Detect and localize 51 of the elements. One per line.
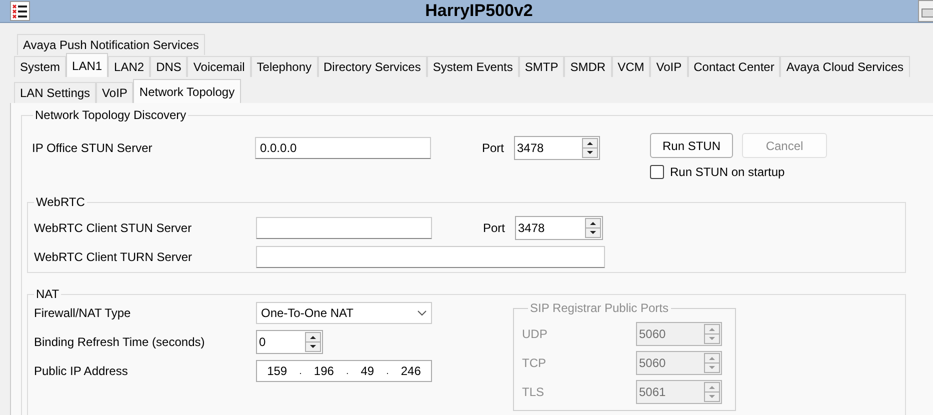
spin-field[interactable]: 3478 [515, 216, 603, 240]
field-label: WebRTC Client TURN Server [34, 250, 194, 264]
tab[interactable]: DNS [150, 56, 188, 77]
input-field[interactable] [256, 216, 432, 238]
tab[interactable]: LAN1 [66, 53, 108, 77]
tab[interactable]: Avaya Push Notification Services [17, 34, 205, 55]
field-label: WebRTC Client STUN Server [34, 220, 193, 234]
spin-field[interactable]: 3478 [514, 136, 600, 160]
field-label: Binding Refresh Time (seconds) [34, 334, 206, 348]
action-button[interactable]: Run STUN [650, 133, 733, 158]
field-label: IP Office STUN Server [32, 141, 154, 155]
field-label: UDP [522, 326, 548, 340]
tab[interactable]: Directory Services [318, 56, 427, 77]
spin-arrows-icon[interactable] [582, 138, 598, 158]
field-label: TLS [522, 384, 546, 398]
spin-arrows-icon[interactable] [585, 218, 601, 238]
field-label: Port [483, 220, 506, 234]
field-label: Public IP Address [34, 364, 129, 378]
tab[interactable]: Telephony [250, 56, 318, 77]
tab[interactable]: LAN2 [108, 56, 150, 77]
tab[interactable]: System [14, 56, 66, 77]
menu-icon[interactable] [10, 1, 30, 21]
checkbox-label: Run STUN on startup [670, 165, 785, 179]
spin-arrows-icon[interactable] [305, 332, 321, 352]
field-label: Port [482, 141, 506, 155]
ip-address-field[interactable]: 159 . 196 . 49 . 246 [256, 360, 432, 382]
group-title: SIP Registrar Public Ports [529, 301, 670, 315]
window-icon[interactable] [918, 0, 933, 22]
group-title: NAT [35, 287, 60, 301]
field-label: Firewall/NAT Type [34, 306, 132, 320]
chevron-down-icon [417, 310, 427, 316]
window-title: HarryIP500v2 [424, 1, 534, 21]
tab[interactable]: VoIP [96, 82, 134, 103]
tab[interactable]: VoIP [650, 56, 688, 77]
tab[interactable]: System Events [426, 56, 519, 77]
tab[interactable]: LAN Settings [14, 82, 96, 103]
tab[interactable]: Network Topology [133, 79, 241, 103]
tab[interactable]: Avaya Cloud Services [780, 56, 910, 77]
tab[interactable]: Contact Center [688, 56, 780, 77]
input-field[interactable] [256, 246, 605, 268]
dropdown[interactable]: One-To-One NAT [256, 302, 432, 324]
group-title: Network Topology Discovery [34, 108, 188, 122]
tab[interactable]: SMDR [564, 56, 612, 77]
group-title: WebRTC [35, 195, 86, 209]
spin-field[interactable]: 0 [256, 330, 323, 354]
tab[interactable]: SMTP [518, 56, 564, 77]
checkbox[interactable] [650, 165, 664, 179]
input-field[interactable]: 0.0.0.0 [255, 137, 431, 159]
tab[interactable]: VCM [612, 56, 650, 77]
tab[interactable]: Voicemail [187, 56, 251, 77]
field-label: TCP [522, 356, 547, 370]
